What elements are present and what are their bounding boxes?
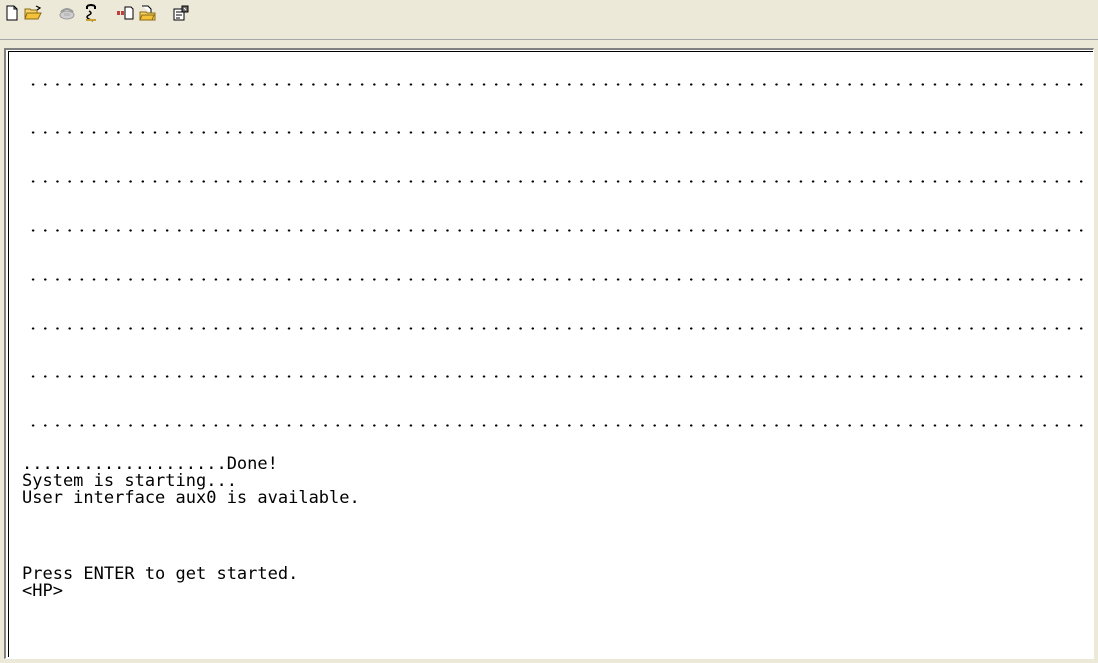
open-icon[interactable] — [22, 2, 44, 24]
terminal-prompt: <HP> — [22, 581, 63, 601]
terminal-line-press-enter: Press ENTER to get started. — [22, 564, 299, 584]
new-icon[interactable] — [1, 2, 23, 24]
progress-dots-row — [27, 375, 1087, 378]
progress-dots-row — [27, 229, 1087, 232]
progress-dots-row — [27, 83, 1087, 86]
terminal-line-aux: User interface aux0 is available. — [22, 488, 360, 508]
receive-icon[interactable] — [137, 2, 159, 24]
disconnect-icon[interactable] — [56, 2, 78, 24]
progress-dots-row — [27, 327, 1087, 330]
progress-dots-row — [27, 131, 1087, 134]
progress-dots-row — [27, 278, 1087, 281]
dial-icon[interactable] — [80, 2, 102, 24]
progress-dots-row — [27, 424, 1087, 427]
properties-icon[interactable] — [170, 2, 192, 24]
progress-dots-row — [27, 180, 1087, 183]
terminal-screen[interactable]: ....................Done! System is star… — [8, 51, 1093, 657]
send-icon[interactable] — [114, 2, 136, 24]
toolbar — [0, 0, 1098, 40]
